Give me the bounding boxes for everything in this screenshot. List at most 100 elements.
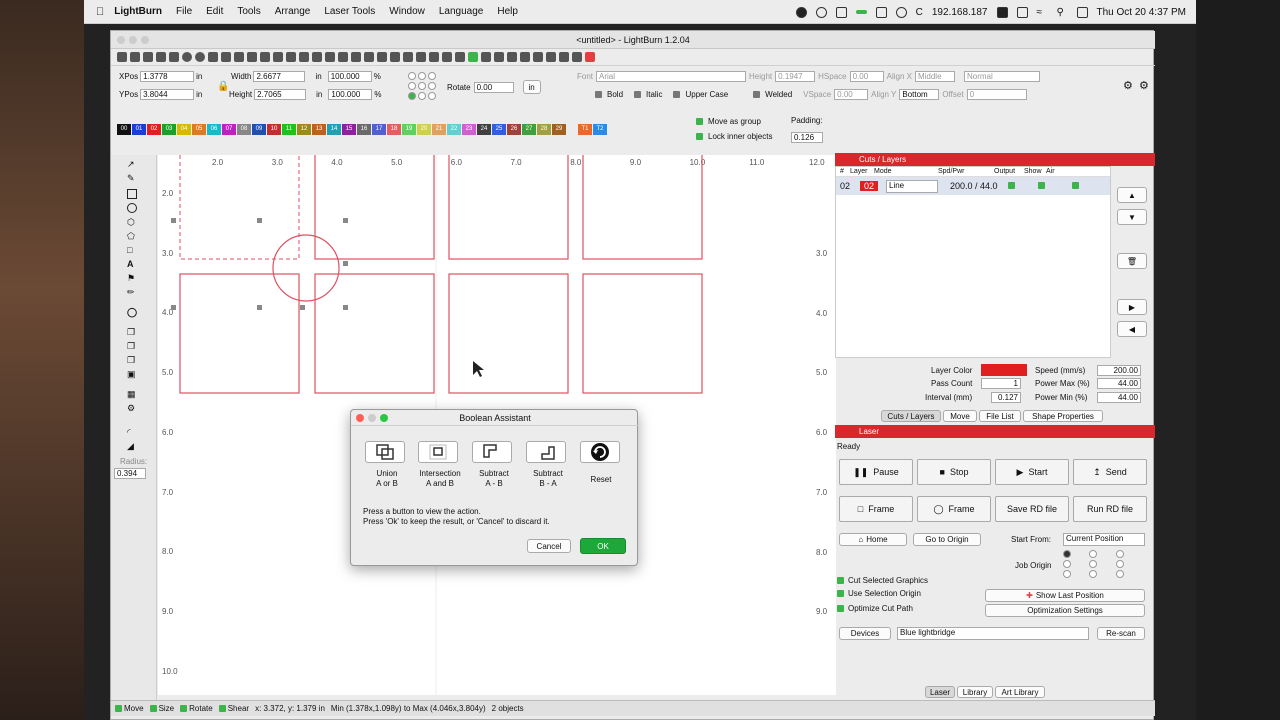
palette-swatch-25[interactable]: 25 <box>492 123 506 135</box>
width-input[interactable]: 2.6677 <box>253 71 306 82</box>
palette-swatch-13[interactable]: 13 <box>312 123 326 135</box>
status-move[interactable]: Move <box>115 704 144 713</box>
ellipse-tool-icon[interactable] <box>127 203 137 213</box>
gear-text-icon[interactable]: ⚙ <box>1139 79 1149 92</box>
table-row[interactable]: 02 02 Line 200.0 / 44.0 <box>836 177 1110 195</box>
home-button[interactable]: ⌂ Home <box>839 533 907 546</box>
move-checkbox[interactable] <box>115 705 122 712</box>
job-origin-grid[interactable] <box>1061 549 1127 579</box>
palette-swatch-24[interactable]: 24 <box>477 123 491 135</box>
shear-checkbox[interactable] <box>218 705 226 712</box>
align-icon[interactable] <box>455 52 465 62</box>
circle-frame-button[interactable]: ◯ Frame <box>917 496 991 522</box>
flip-v-icon[interactable] <box>416 52 426 62</box>
import-icon[interactable] <box>156 52 166 62</box>
palette-swatch-18[interactable]: 18 <box>387 123 401 135</box>
position-laser-icon[interactable]: ⚑ <box>127 273 139 285</box>
flip-h-icon[interactable] <box>403 52 413 62</box>
cut-icon[interactable] <box>208 52 218 62</box>
bold-checkbox[interactable] <box>595 91 602 98</box>
radius-input[interactable]: 0.394 <box>114 468 146 479</box>
alignx-select[interactable]: Middle <box>914 71 955 82</box>
weld-icon[interactable]: ▣ <box>127 369 139 381</box>
size-checkbox[interactable] <box>149 705 157 712</box>
pass-count-input[interactable]: 1 <box>981 378 1021 389</box>
zoom-button[interactable] <box>141 36 149 44</box>
menu-arrange[interactable]: Arrange <box>275 6 311 17</box>
pen-tool-icon[interactable]: ⬠ <box>127 231 139 243</box>
gear-icon[interactable] <box>351 52 361 62</box>
group-icon[interactable] <box>377 52 387 62</box>
start-from-select[interactable]: Current Position <box>1063 533 1145 546</box>
boolean-intersect-icon[interactable]: ❐ <box>127 355 139 367</box>
display-icon[interactable] <box>1016 6 1028 18</box>
tab-laser[interactable]: Laser <box>925 686 955 698</box>
layer-color-swatch[interactable] <box>981 364 1027 376</box>
status-shear[interactable]: Shear <box>218 704 249 713</box>
palette-swatch-09[interactable]: 09 <box>252 123 266 135</box>
vspace-input[interactable]: 0.00 <box>834 89 869 100</box>
b-icon[interactable] <box>996 6 1008 18</box>
line-tool-icon[interactable]: □ <box>127 245 139 257</box>
apple-icon[interactable]:  <box>96 6 104 18</box>
text-height-input[interactable]: 0.1947 <box>775 71 816 82</box>
align-top-icon[interactable] <box>507 52 517 62</box>
search-icon[interactable]: ⚲ <box>1057 7 1068 18</box>
palette-swatch-26[interactable]: 26 <box>507 123 521 135</box>
row-show-toggle[interactable] <box>1038 182 1045 189</box>
menu-language[interactable]: Language <box>439 6 484 17</box>
palette-swatch-14[interactable]: 14 <box>327 123 341 135</box>
palette-swatch-29[interactable]: 29 <box>552 123 566 135</box>
rescan-button[interactable]: Re-scan <box>1097 627 1145 640</box>
paste-icon[interactable] <box>234 52 244 62</box>
record-icon[interactable] <box>795 6 807 18</box>
trash-icon[interactable]: 🗑 <box>1117 253 1147 269</box>
cut-selected-checkbox[interactable] <box>837 577 844 584</box>
palette-tool-t2[interactable]: T2 <box>593 123 607 135</box>
c-icon[interactable]: C <box>916 7 923 18</box>
palette-swatch-22[interactable]: 22 <box>447 123 461 135</box>
tab-library[interactable]: Library <box>957 686 993 698</box>
compass-icon[interactable] <box>895 6 907 18</box>
same-height-icon[interactable] <box>572 52 582 62</box>
globe-icon[interactable] <box>815 6 827 18</box>
aligny-select[interactable]: Bottom <box>899 89 940 100</box>
upper-case-checkbox[interactable] <box>673 91 681 98</box>
height-input[interactable]: 2.7065 <box>254 89 307 100</box>
palette-swatch-27[interactable]: 27 <box>522 123 536 135</box>
palette-swatch-07[interactable]: 07 <box>222 123 236 135</box>
zoom-in-icon[interactable] <box>273 52 283 62</box>
distribute-v-icon[interactable] <box>546 52 556 62</box>
palette-swatch-23[interactable]: 23 <box>462 123 476 135</box>
ypos-input[interactable]: 3.8044 <box>140 89 195 100</box>
round-corner-icon[interactable]: ◜ <box>127 427 139 439</box>
menu-file[interactable]: File <box>176 6 192 17</box>
move-up-button[interactable]: ▲ <box>1117 187 1147 203</box>
new-icon[interactable] <box>117 52 127 62</box>
palette-swatch-08[interactable]: 08 <box>237 123 251 135</box>
lock-inner-checkbox[interactable] <box>696 133 703 140</box>
circular-array-icon[interactable]: ⚙ <box>127 403 139 415</box>
welded-checkbox[interactable] <box>753 91 761 98</box>
palette-swatch-02[interactable]: 02 <box>147 123 161 135</box>
settings-icon[interactable] <box>195 52 205 62</box>
row-air-toggle[interactable] <box>1072 182 1079 189</box>
dialog-zoom-button[interactable] <box>380 414 388 422</box>
export-icon[interactable] <box>169 52 179 62</box>
open-icon[interactable] <box>130 52 140 62</box>
palette-swatch-05[interactable]: 05 <box>192 123 206 135</box>
palette-swatch-11[interactable]: 11 <box>282 123 296 135</box>
control-center-icon[interactable] <box>1076 6 1088 18</box>
offset-tool-icon[interactable]: ◯ <box>127 307 139 319</box>
save-rd-button[interactable]: Save RD file <box>995 496 1069 522</box>
lock-icon[interactable]: 🔒 <box>217 81 229 92</box>
rectangle-tool-icon[interactable] <box>127 189 137 199</box>
power-min-input[interactable]: 44.00 <box>1097 392 1141 403</box>
boolean-union-icon[interactable]: ❐ <box>127 327 139 339</box>
screen-icon[interactable] <box>835 6 847 18</box>
arrow-right-button[interactable]: ▶ <box>1117 299 1147 315</box>
palette-swatch-10[interactable]: 10 <box>267 123 281 135</box>
align-right-icon[interactable] <box>494 52 504 62</box>
menu-window[interactable]: Window <box>389 6 425 17</box>
wifi-icon[interactable]: ≈ <box>1037 7 1048 18</box>
